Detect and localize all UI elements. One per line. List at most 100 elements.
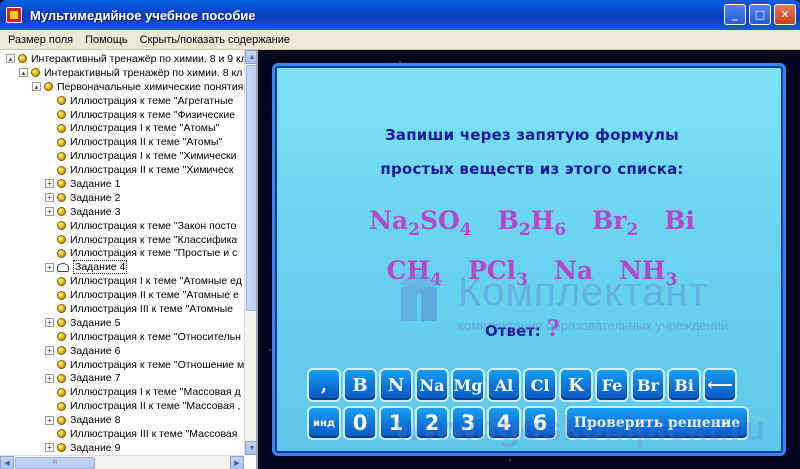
- expand-icon[interactable]: [45, 346, 54, 356]
- tree-item-label: Иллюстрация I к теме "Атомные ед: [70, 275, 242, 288]
- element-key[interactable]: N: [379, 368, 413, 402]
- gem-icon: [57, 373, 66, 383]
- expand-icon[interactable]: [45, 179, 54, 189]
- tree-item[interactable]: Задание 1: [0, 177, 244, 191]
- scroll-left-icon[interactable]: ◀: [0, 456, 14, 469]
- minimize-button[interactable]: _: [724, 4, 746, 25]
- tree-item[interactable]: Иллюстрация к теме "Физические: [0, 108, 244, 122]
- contents-tree: Интерактивный тренажёр по химии. 8 и 9 к…: [0, 50, 258, 469]
- watermark-logo-icon: [399, 271, 439, 321]
- element-key[interactable]: Bi: [667, 368, 701, 402]
- gem-icon: [57, 193, 66, 203]
- tree-item-label: Иллюстрация I к теме "Атомы": [70, 122, 220, 135]
- title-bar: Мультимедийное учебное пособие _ □ ✕: [0, 0, 800, 30]
- scroll-thumb[interactable]: [246, 65, 256, 311]
- tree-item[interactable]: Иллюстрация I к теме "Атомные ед: [0, 274, 244, 288]
- task-instruction-line-1: Запиши через запятую формулы: [385, 126, 679, 144]
- formula-index: 2: [626, 220, 639, 240]
- element-key[interactable]: K: [559, 368, 593, 402]
- tree-item[interactable]: Иллюстрация I к теме "Массовая д: [0, 385, 244, 399]
- tree-item[interactable]: Иллюстрация к теме "Простые и с: [0, 246, 244, 260]
- window-title: Мультимедийное учебное пособие: [30, 7, 256, 23]
- comma-key[interactable]: ,: [307, 368, 341, 402]
- element-key[interactable]: Na: [415, 368, 449, 402]
- index-key[interactable]: инд: [307, 406, 341, 440]
- tree-horizontal-scrollbar[interactable]: ◀ III ▶: [0, 455, 244, 469]
- element-key[interactable]: Fe: [595, 368, 629, 402]
- maximize-button[interactable]: □: [749, 4, 771, 25]
- element-key[interactable]: Al: [487, 368, 521, 402]
- tree-item[interactable]: Иллюстрация II к теме "Химическ: [0, 163, 244, 177]
- tree-item-label: Иллюстрация к теме "Агрегатные: [70, 94, 234, 107]
- element-key[interactable]: Br: [631, 368, 665, 402]
- collapse-icon[interactable]: [19, 68, 28, 78]
- menu-field-size[interactable]: Размер поля: [0, 34, 79, 46]
- formula-symbol: Na: [369, 206, 409, 235]
- expand-icon[interactable]: [45, 207, 54, 217]
- gem-icon: [57, 429, 66, 439]
- expand-icon[interactable]: [45, 373, 54, 383]
- expand-icon[interactable]: [45, 318, 54, 328]
- gem-icon: [57, 235, 66, 245]
- tree-item[interactable]: Интерактивный тренажёр по химии. 8 и 9 к…: [0, 52, 244, 66]
- close-button[interactable]: ✕: [774, 4, 796, 25]
- tree-item[interactable]: Задание 9: [0, 441, 244, 455]
- tree-vertical-scrollbar[interactable]: ▲ ▼: [244, 50, 256, 455]
- element-key[interactable]: Cl: [523, 368, 557, 402]
- app-icon: [6, 7, 22, 23]
- scroll-right-icon[interactable]: ▶: [230, 456, 244, 469]
- tree-item-label: Задание 2: [70, 191, 121, 204]
- tree-item[interactable]: Иллюстрация к теме "Отношение м: [0, 358, 244, 372]
- expand-icon[interactable]: [45, 262, 54, 272]
- tree-item-label: Задание 8: [70, 414, 121, 427]
- tree-item[interactable]: Иллюстрация к теме "Закон посто: [0, 219, 244, 233]
- keypad-row-elements: , B N Na Mg Al Cl K Fe Br Bi ⟵: [307, 368, 737, 402]
- tree-item[interactable]: Интерактивный тренажёр по химии. 8 кл: [0, 66, 244, 80]
- tree-item[interactable]: Иллюстрация II к теме "Массовая ,: [0, 399, 244, 413]
- tree-item[interactable]: Иллюстрация I к теме "Атомы": [0, 121, 244, 135]
- tree-item[interactable]: Задание 2: [0, 191, 244, 205]
- tree-item[interactable]: Иллюстрация I к теме "Химически: [0, 149, 244, 163]
- tree-item[interactable]: Задание 4: [0, 260, 244, 275]
- hscroll-thumb[interactable]: III: [15, 457, 95, 469]
- tree-item[interactable]: Задание 8: [0, 413, 244, 427]
- expand-icon[interactable]: [45, 443, 54, 453]
- tree-item[interactable]: Иллюстрация к теме "Классифика: [0, 233, 244, 247]
- gem-icon: [57, 318, 66, 328]
- tree-item-label: Иллюстрация II к теме "Атомы": [70, 136, 223, 149]
- gem-icon: [57, 110, 66, 119]
- collapse-icon[interactable]: [32, 82, 41, 92]
- task-instruction-line-2: простых веществ из этого списка:: [380, 160, 684, 178]
- menu-toggle-contents[interactable]: Скрыть/показать содержание: [134, 34, 296, 46]
- formula: B2H6: [498, 206, 566, 240]
- gem-icon: [57, 401, 66, 411]
- tree-list: Интерактивный тренажёр по химии. 8 и 9 к…: [0, 52, 244, 455]
- tree-item[interactable]: Задание 6: [0, 344, 244, 358]
- tree-item-label: Иллюстрация к теме "Закон посто: [70, 219, 237, 232]
- tree-item[interactable]: Иллюстрация III к теме "Атомные: [0, 302, 244, 316]
- tree-item[interactable]: Иллюстрация II к теме "Атомы": [0, 135, 244, 149]
- backspace-key[interactable]: ⟵: [703, 368, 737, 402]
- scroll-up-icon[interactable]: ▲: [245, 50, 256, 64]
- expand-icon[interactable]: [45, 193, 54, 203]
- tree-item[interactable]: Иллюстрация III к теме "Массовая: [0, 427, 244, 441]
- tree-item[interactable]: Иллюстрация II к теме "Атомные е: [0, 288, 244, 302]
- tree-item-label: Иллюстрация II к теме "Атомные е: [70, 289, 239, 302]
- element-key[interactable]: B: [343, 368, 377, 402]
- tree-item[interactable]: Задание 5: [0, 316, 244, 330]
- tree-item-label: Иллюстрация к теме "Классифика: [70, 233, 238, 246]
- tree-item-label: Иллюстрация I к теме "Массовая д: [70, 386, 241, 399]
- tree-item[interactable]: Иллюстрация к теме "Агрегатные: [0, 94, 244, 108]
- tree-item-label: Первоначальные химические понятия: [57, 80, 244, 93]
- menu-help[interactable]: Помощь: [79, 34, 134, 46]
- tree-item[interactable]: Иллюстрация к теме "Относительн: [0, 330, 244, 344]
- collapse-icon[interactable]: [6, 54, 15, 64]
- tree-item[interactable]: Первоначальные химические понятия: [0, 80, 244, 94]
- expand-icon[interactable]: [45, 415, 54, 425]
- scroll-down-icon[interactable]: ▼: [245, 441, 256, 455]
- tree-item[interactable]: Задание 3: [0, 205, 244, 219]
- formula: Br2: [592, 206, 638, 240]
- digit-key[interactable]: 0: [343, 406, 377, 440]
- element-key[interactable]: Mg: [451, 368, 485, 402]
- tree-item[interactable]: Задание 7: [0, 371, 244, 385]
